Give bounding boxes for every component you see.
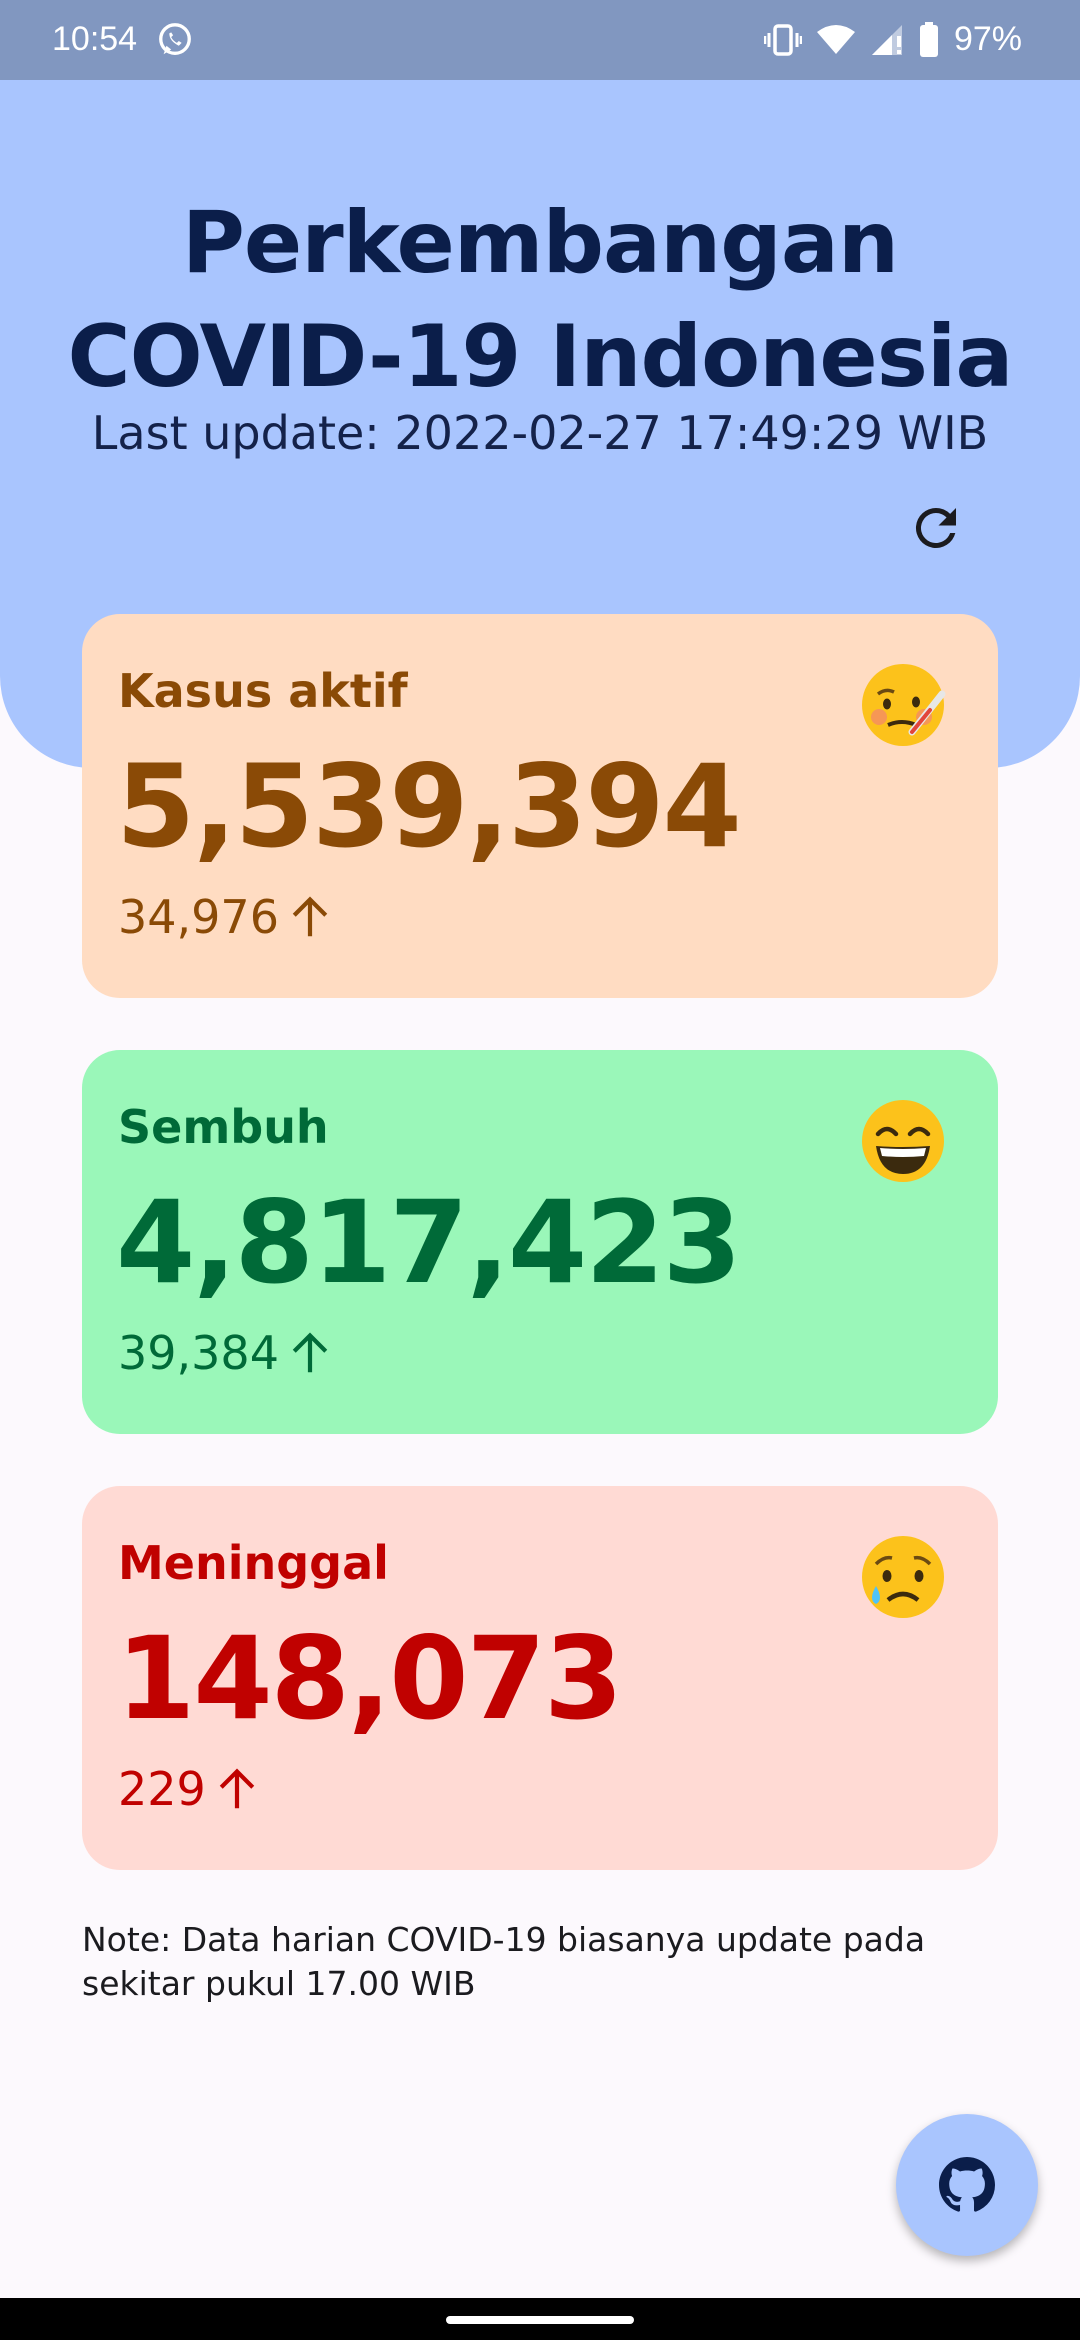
page-title-line2: COVID-19 Indonesia bbox=[67, 307, 1014, 407]
last-update-text: Last update: 2022-02-27 17:49:29 WIB bbox=[91, 406, 989, 460]
recovered-label: Sembuh bbox=[118, 1100, 329, 1154]
deaths-delta: 229 bbox=[118, 1762, 258, 1816]
vibrate-icon bbox=[763, 23, 802, 56]
home-gesture-handle[interactable] bbox=[446, 2316, 634, 2324]
deaths-value: 148,073 bbox=[116, 1612, 623, 1745]
deaths-delta-value: 229 bbox=[118, 1762, 206, 1816]
status-bar: 10:54 97% bbox=[0, 0, 1080, 80]
active-cases-card: Kasus aktif 5,539,394 34,976 bbox=[82, 614, 998, 998]
deaths-label: Meninggal bbox=[118, 1536, 389, 1590]
arrow-up-icon bbox=[292, 896, 328, 937]
battery-percent: 97% bbox=[953, 20, 1022, 58]
update-note: Note: Data harian COVID-19 biasanya upda… bbox=[82, 1920, 926, 2003]
grinning-face-icon bbox=[862, 1100, 944, 1182]
arrow-up-icon bbox=[219, 1768, 255, 1809]
page-title: Perkembangan COVID-19 Indonesia bbox=[0, 186, 1080, 414]
status-time: 10:54 bbox=[52, 20, 138, 58]
refresh-icon[interactable] bbox=[906, 498, 966, 558]
github-icon bbox=[939, 2157, 995, 2212]
whatsapp-icon bbox=[159, 23, 191, 55]
active-cases-delta: 34,976 bbox=[118, 890, 331, 944]
active-cases-delta-value: 34,976 bbox=[118, 890, 279, 944]
deaths-card: Meninggal 148,073 229 bbox=[82, 1486, 998, 1870]
page-title-line1: Perkembangan bbox=[181, 193, 899, 293]
github-button[interactable] bbox=[896, 2114, 1038, 2256]
wifi-icon bbox=[816, 24, 855, 54]
active-cases-value: 5,539,394 bbox=[116, 740, 742, 873]
recovered-value: 4,817,423 bbox=[116, 1176, 742, 1309]
recovered-delta: 39,384 bbox=[118, 1326, 331, 1380]
navigation-bar bbox=[0, 2298, 1080, 2340]
recovered-card: Sembuh 4,817,423 39,384 bbox=[82, 1050, 998, 1434]
status-icons: 97% bbox=[763, 20, 1022, 59]
crying-face-icon bbox=[862, 1536, 944, 1618]
face-with-thermometer-icon bbox=[862, 664, 946, 746]
active-cases-label: Kasus aktif bbox=[118, 664, 408, 718]
recovered-delta-value: 39,384 bbox=[118, 1326, 279, 1380]
battery-icon bbox=[919, 21, 938, 57]
arrow-up-icon bbox=[292, 1332, 328, 1373]
signal-icon bbox=[871, 24, 902, 55]
